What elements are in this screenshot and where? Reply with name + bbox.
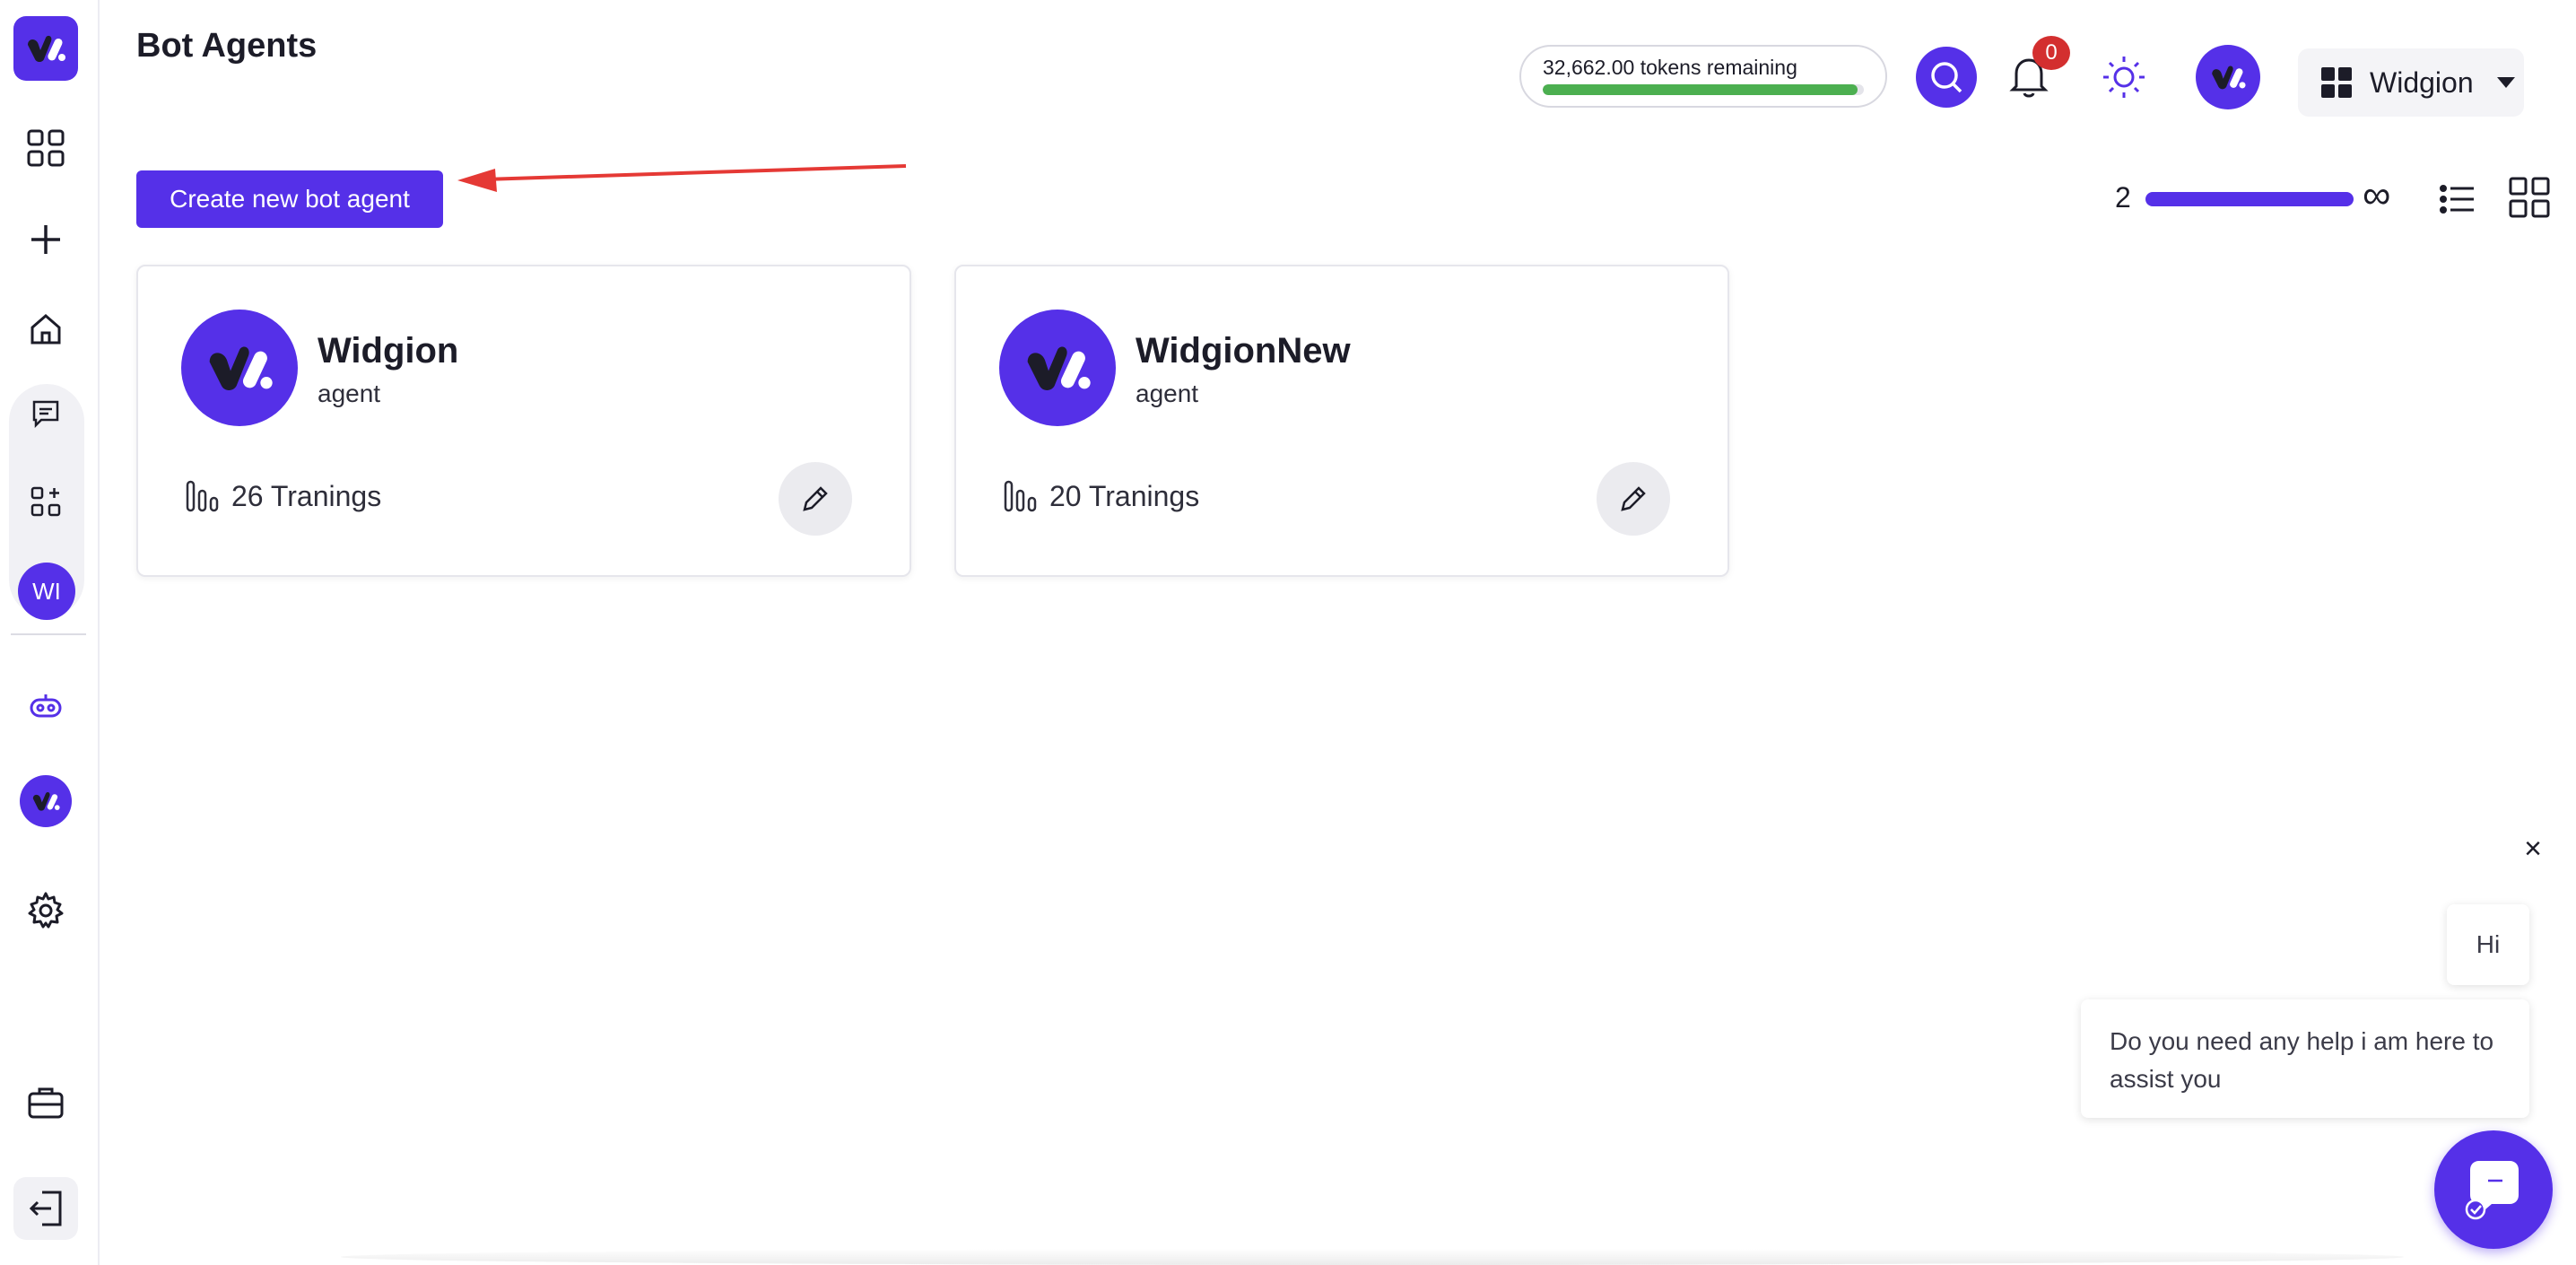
tokens-remaining: 32,662.00 tokens remaining — [1519, 45, 1887, 108]
brand-logo-icon — [209, 346, 273, 390]
agent-trainings: 20 Tranings — [1003, 478, 1199, 514]
agent-trainings: 26 Tranings — [185, 478, 381, 514]
agent-card[interactable]: Widgion agent 26 Tranings — [136, 265, 911, 577]
chat-greeting-bubble: Hi — [2447, 904, 2529, 985]
agent-card[interactable]: WidgionNew agent 20 Tranings — [954, 265, 1729, 577]
chat-close-icon[interactable]: × — [2519, 832, 2547, 866]
pencil-icon — [803, 486, 828, 511]
agent-avatar — [181, 310, 298, 426]
trainings-count: 26 Tranings — [231, 479, 382, 512]
grid-icon — [2321, 67, 2352, 98]
edit-agent-button[interactable] — [1597, 462, 1670, 536]
edit-agent-button[interactable] — [779, 462, 852, 536]
theme-toggle[interactable] — [2099, 52, 2149, 102]
sidebar: WI — [0, 0, 100, 1265]
workspace-name: Widgion — [2370, 65, 2474, 99]
briefcase-icon[interactable] — [16, 1073, 75, 1132]
brand-logo-icon[interactable] — [13, 16, 78, 81]
dashboard-icon[interactable] — [16, 118, 75, 178]
sidebar-divider — [11, 633, 86, 635]
chevron-down-icon — [2496, 77, 2515, 88]
search-icon — [1931, 62, 1962, 93]
tokens-progress-bar — [1543, 84, 1864, 95]
agent-name: Widgion — [318, 331, 459, 371]
chat-icon[interactable] — [16, 384, 75, 443]
trainings-count: 20 Tranings — [1049, 479, 1200, 512]
settings-icon[interactable] — [16, 881, 75, 940]
apps-add-icon[interactable] — [16, 472, 75, 531]
agent-name: WidgionNew — [1136, 331, 1351, 371]
bottom-shadow — [341, 1249, 2404, 1265]
brand-logo-icon — [2212, 65, 2246, 90]
notification-badge: 0 — [2032, 36, 2070, 70]
bar-chart-icon — [186, 480, 219, 512]
logout-icon[interactable] — [13, 1177, 78, 1240]
search-button[interactable] — [1916, 47, 1977, 108]
grid-view-button[interactable] — [2508, 176, 2551, 219]
pencil-icon — [1621, 486, 1646, 511]
home-icon[interactable] — [16, 300, 75, 359]
page-title: Bot Agents — [136, 27, 318, 65]
list-view-icon — [2440, 185, 2474, 214]
create-bot-agent-button[interactable]: Create new bot agent — [136, 170, 443, 228]
chat-help-bubble: Do you need any help i am here to assist… — [2081, 999, 2529, 1118]
page-size-slider[interactable] — [2145, 192, 2354, 206]
tokens-text: 32,662.00 tokens remaining — [1543, 56, 1797, 79]
sun-icon — [2103, 57, 2145, 98]
page-count: 2 — [2115, 181, 2131, 214]
plus-icon[interactable] — [16, 210, 75, 269]
grid-view-icon — [2509, 177, 2550, 218]
annotation-arrow — [457, 164, 907, 192]
avatar-initials: WI — [18, 563, 75, 620]
agent-avatar — [999, 310, 1116, 426]
brand-logo-icon — [1027, 346, 1091, 390]
bar-chart-icon — [1004, 480, 1037, 512]
chat-launcher-button[interactable] — [2434, 1130, 2553, 1249]
agent-type: agent — [318, 380, 381, 407]
agent-avatar-icon[interactable] — [16, 772, 75, 831]
workspace-selector[interactable]: Widgion — [2298, 48, 2524, 117]
workspace-avatar[interactable]: WI — [17, 562, 76, 621]
tokens-progress-fill — [1543, 84, 1858, 95]
infinity-icon[interactable]: ∞ — [2363, 176, 2390, 215]
agent-type: agent — [1136, 380, 1199, 407]
user-avatar[interactable] — [2196, 45, 2260, 109]
list-view-button[interactable] — [2438, 179, 2477, 219]
robot-icon[interactable] — [16, 676, 75, 736]
chat-bubble-icon — [2465, 1161, 2519, 1220]
